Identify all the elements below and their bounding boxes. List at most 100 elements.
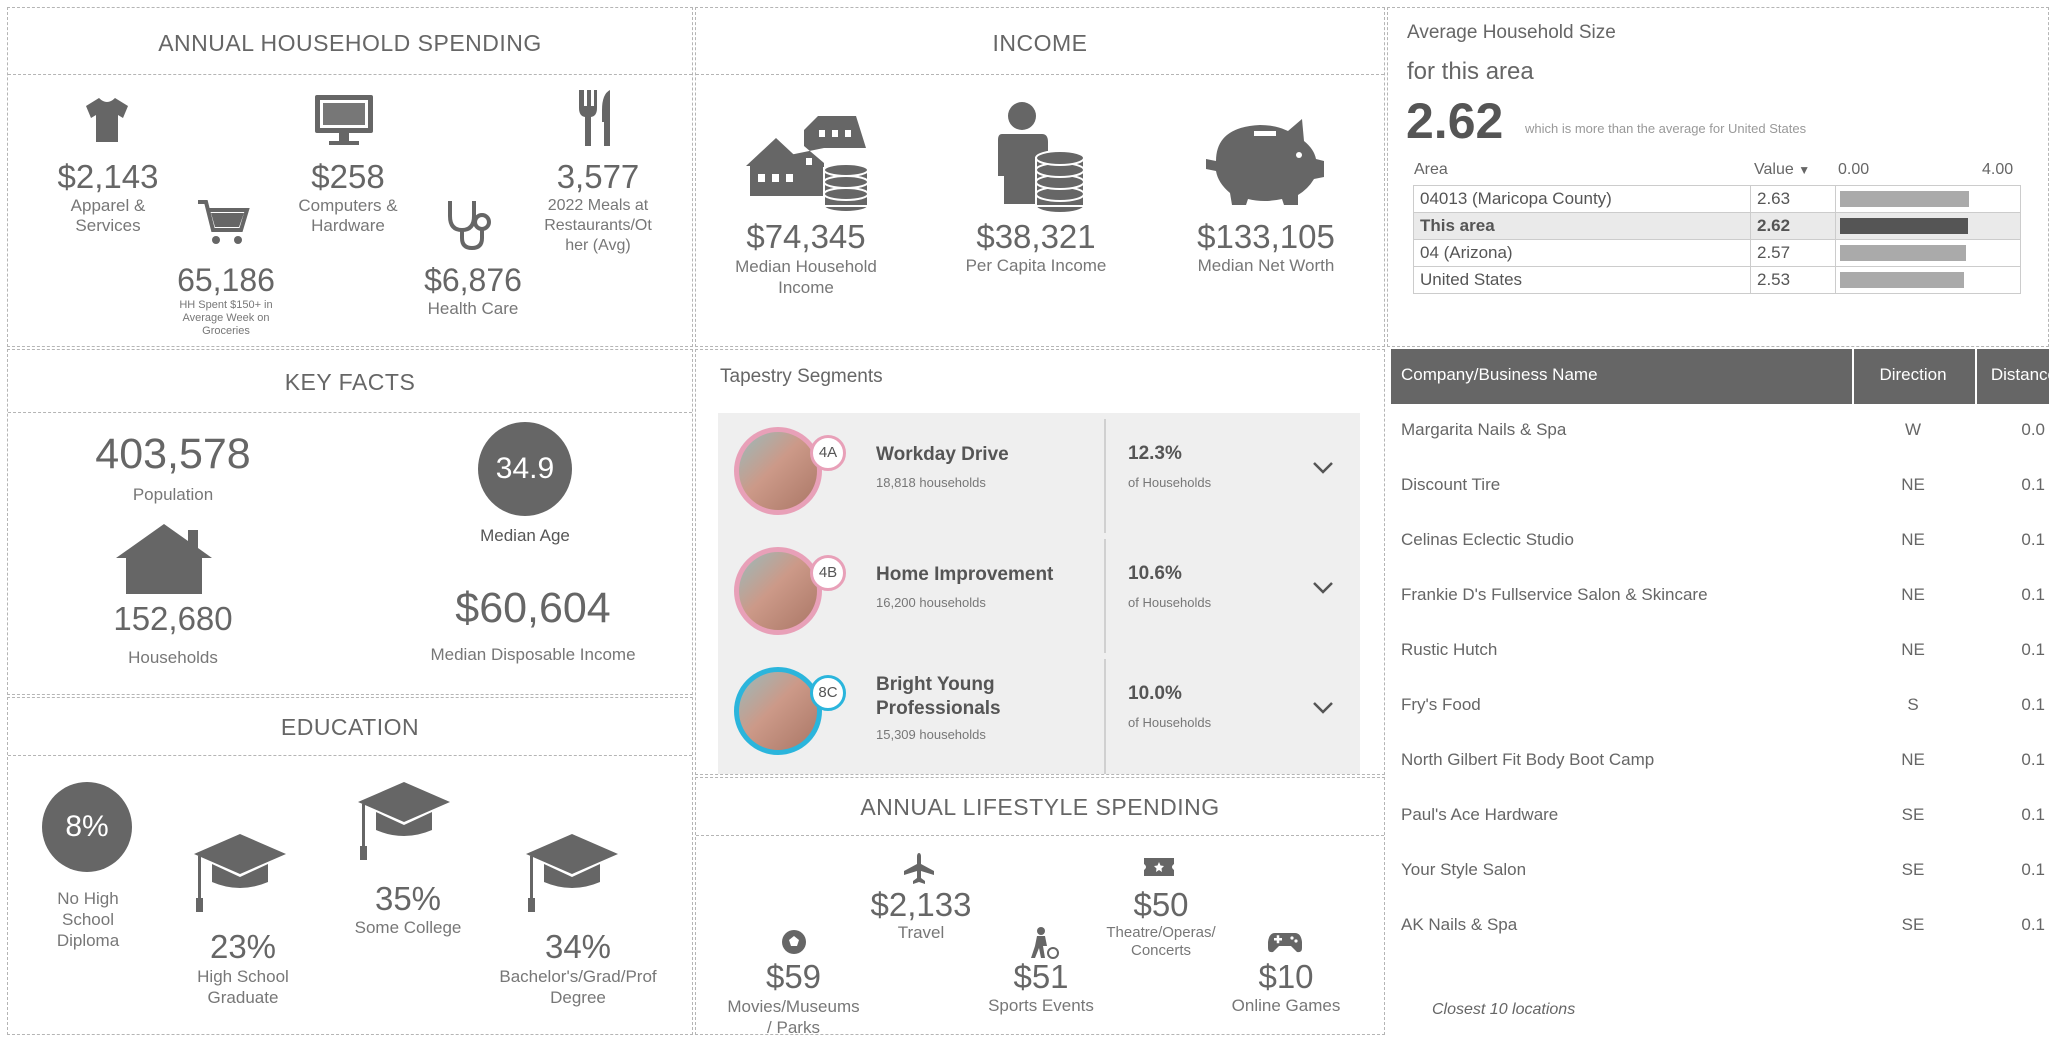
business-row[interactable]: Celinas Eclectic Studio NE 0.1 — [1391, 514, 2049, 569]
avg-size-area: 04 (Arizona) — [1413, 239, 1751, 267]
segment-percent: 10.0% — [1128, 683, 1182, 704]
chevron-down-icon[interactable] — [1312, 461, 1334, 475]
stethoscope-icon — [444, 198, 496, 252]
business-distance: 0.1 — [2021, 530, 2045, 549]
ticket-icon — [1142, 856, 1176, 878]
tapestry-segment[interactable]: 8C Bright Young Professionals 15,309 househ… — [718, 653, 1360, 774]
business-row[interactable]: Rustic Hutch NE 0.1 — [1391, 624, 2049, 679]
households-value: 152,680 — [113, 600, 233, 637]
axis-min: 0.00 — [1838, 161, 1870, 178]
business-direction: NE — [1901, 750, 1925, 769]
games-stat: $10 Online Games — [1211, 958, 1361, 1016]
groceries-value: 65,186 — [177, 262, 275, 298]
cart-icon — [196, 198, 250, 248]
panel-title: KEY FACTS — [8, 350, 692, 413]
segment-code-badge: 4A — [810, 435, 846, 471]
house-coins-icon — [746, 108, 871, 218]
player-icon — [1029, 926, 1059, 960]
business-row[interactable]: Paul's Ace Hardware SE 0.1 — [1391, 789, 2049, 844]
segment-photo — [734, 667, 822, 755]
col-value-header[interactable]: Value ▼ — [1754, 161, 1810, 179]
avg-size-row[interactable]: 04013 (Maricopa County) 2.63 — [1413, 185, 2021, 213]
avg-size-bar-cell — [1835, 212, 2021, 240]
disposable-income-label: Median Disposable Income — [430, 645, 636, 664]
segment-percent-label: of Households — [1128, 715, 1212, 730]
avg-size-value: 2.62 — [1406, 93, 1504, 149]
segment-code-badge: 8C — [810, 675, 846, 711]
graduation-cap-icon — [192, 832, 288, 916]
avg-size-bar-cell — [1835, 266, 2021, 294]
business-row[interactable]: Frankie D's Fullservice Salon & Skincare… — [1391, 569, 2049, 624]
median-household-income-label: Median Household Income — [735, 257, 877, 297]
apparel-stat: $2,143 Apparel & Services — [28, 158, 188, 236]
panel-title: ANNUAL HOUSEHOLD SPENDING — [8, 8, 692, 75]
monitor-icon — [313, 93, 375, 147]
avg-size-area: United States — [1413, 266, 1751, 294]
some-college-value: 35% — [374, 880, 442, 917]
games-label: Online Games — [1231, 996, 1341, 1015]
business-name: Paul's Ace Hardware — [1401, 805, 1559, 824]
theatre-value: $50 — [1133, 886, 1189, 923]
games-value: $10 — [1258, 958, 1314, 995]
income-panel: INCOME $74,345 Median Household Income $3… — [695, 7, 1385, 347]
computers-stat: $258 Computers & Hardware — [268, 158, 428, 236]
business-row[interactable]: Discount Tire NE 0.1 — [1391, 459, 2049, 514]
median-net-worth-value: $133,105 — [1197, 218, 1335, 255]
lifestyle-spending-panel: ANNUAL LIFESTYLE SPENDING $2,133 Travel … — [695, 777, 1385, 1035]
business-name: Your Style Salon — [1401, 860, 1527, 879]
median-household-income-stat: $74,345 Median Household Income — [706, 218, 906, 298]
hs-grad-stat: 23% High School Graduate — [158, 928, 328, 1008]
business-distance: 0.1 — [2021, 695, 2045, 714]
segment-households: 16,200 households — [876, 595, 986, 610]
avg-size-area: 04013 (Maricopa County) — [1413, 185, 1751, 213]
business-name: AK Nails & Spa — [1401, 915, 1518, 934]
segment-households: 15,309 households — [876, 727, 986, 742]
chevron-down-icon[interactable] — [1312, 581, 1334, 595]
segment-percent: 12.3% — [1128, 443, 1182, 464]
avg-size-row[interactable]: United States 2.53 — [1413, 266, 2021, 294]
avg-size-note: which is more than the average for Unite… — [1525, 121, 1807, 136]
col-direction[interactable]: Direction — [1853, 365, 1973, 385]
chevron-down-icon[interactable] — [1312, 701, 1334, 715]
avg-size-table: 04013 (Maricopa County) 2.63 This area 2.62… — [1413, 185, 2021, 294]
business-row[interactable]: Fry's Food S 0.1 — [1391, 679, 2049, 734]
business-row[interactable]: Your Style Salon SE 0.1 — [1391, 844, 2049, 899]
col-business-name[interactable]: Company/Business Name — [1401, 365, 1598, 385]
household-spending-panel: ANNUAL HOUSEHOLD SPENDING $2,143 Apparel… — [7, 7, 693, 347]
business-row[interactable]: North Gilbert Fit Body Boot Camp NE 0.1 — [1391, 734, 2049, 789]
theatre-stat: $50 Theatre/Operas/Concerts — [1066, 886, 1256, 960]
house-icon — [114, 522, 214, 594]
business-distance: 0.1 — [2021, 805, 2045, 824]
per-capita-income-label: Per Capita Income — [965, 256, 1107, 275]
sports-value: $51 — [1013, 958, 1069, 995]
segment-name: Workday Drive — [876, 444, 1009, 465]
households-label: Households — [128, 648, 218, 667]
business-direction: SE — [1901, 915, 1925, 934]
travel-label: Travel — [897, 923, 945, 942]
business-direction: NE — [1901, 475, 1925, 494]
business-row[interactable]: Margarita Nails & Spa W 0.0 — [1391, 404, 2049, 459]
business-distance: 0.1 — [2021, 750, 2045, 769]
business-name: Margarita Nails & Spa — [1401, 420, 1567, 439]
health-label: Health Care — [427, 299, 519, 318]
avg-size-row[interactable]: 04 (Arizona) 2.57 — [1413, 239, 2021, 267]
business-name: Rustic Hutch — [1401, 640, 1498, 659]
median-age-circle: 34.9 — [478, 422, 572, 516]
bachelors-label: Bachelor's/Grad/Prof Degree — [499, 967, 657, 1007]
col-distance[interactable]: Distance — [1977, 365, 2049, 385]
business-distance: 0.1 — [2021, 915, 2045, 934]
avg-size-row[interactable]: This area 2.62 — [1413, 212, 2021, 240]
business-direction: NE — [1901, 530, 1925, 549]
tapestry-segment[interactable]: 4A Workday Drive 18,818 households 12.3% of … — [718, 413, 1360, 543]
person-coins-icon — [996, 100, 1086, 218]
segment-percent-label: of Households — [1128, 595, 1212, 610]
business-direction: SE — [1901, 805, 1925, 824]
movies-value: $59 — [765, 958, 822, 995]
business-distance: 0.1 — [2021, 585, 2045, 604]
business-distance: 0.0 — [2021, 420, 2045, 439]
tapestry-segment[interactable]: 4B Home Improvement 16,200 households 10.6%… — [718, 533, 1360, 663]
tapestry-panel: Tapestry Segments 4A Workday Drive 18,818 … — [695, 349, 1385, 775]
col-area-header[interactable]: Area — [1414, 161, 1448, 179]
avg-size-bar-cell — [1835, 185, 2021, 213]
business-row[interactable]: AK Nails & Spa SE 0.1 — [1391, 899, 2049, 954]
